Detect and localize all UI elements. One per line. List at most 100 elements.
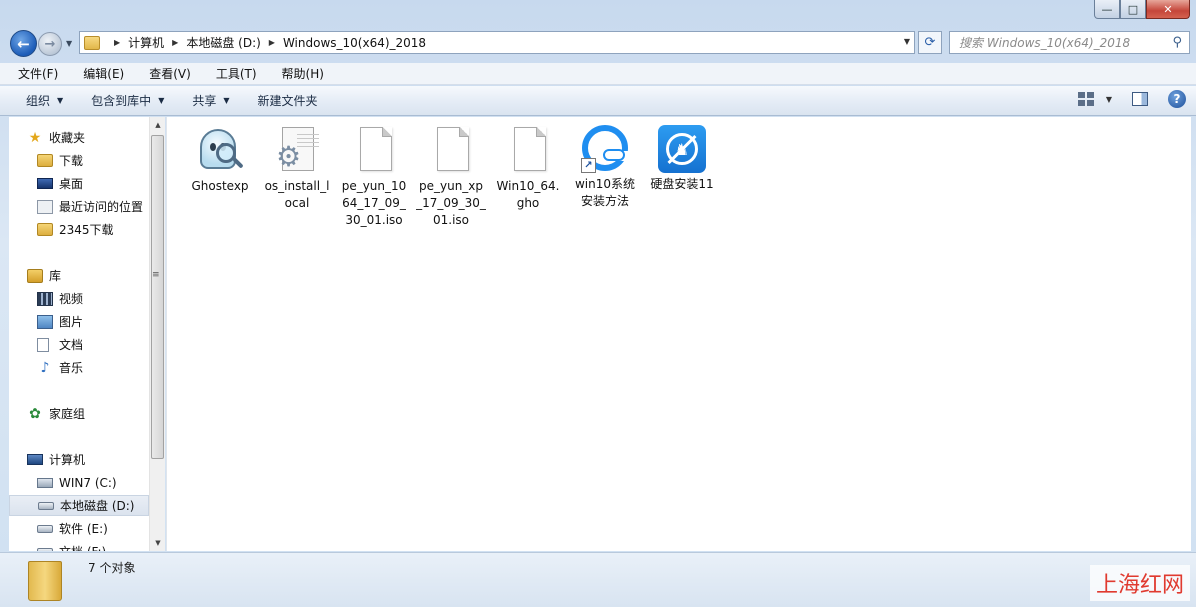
- address-row: ← → ▼ ▶ 计算机 ▶ 本地磁盘 (D:) ▶ Windows_10(x64…: [0, 24, 1196, 62]
- file-item-win10-64-gho[interactable]: Win10_64. gho: [491, 127, 565, 212]
- file-name-line: gho: [516, 196, 540, 210]
- file-name-line: 安装方法: [580, 194, 629, 208]
- nav-computer[interactable]: 计算机: [9, 449, 149, 470]
- organize-button[interactable]: 组织 ▼: [18, 88, 71, 113]
- file-item-hdd-installer[interactable]: ♞ 硬盘安装11: [645, 125, 719, 193]
- drive-icon: [38, 501, 54, 510]
- nav-item-recent-places[interactable]: 最近访问的位置: [9, 196, 149, 217]
- address-dropdown-icon[interactable]: ▼: [904, 37, 910, 46]
- file-name-line: Ghostexp: [191, 179, 249, 193]
- desktop-icon: [37, 178, 53, 189]
- file-name-line: ocal: [284, 196, 310, 210]
- nav-item-desktop[interactable]: 桌面: [9, 173, 149, 194]
- file-item-ghostexp[interactable]: Ghostexp: [183, 127, 257, 195]
- library-icon: [27, 268, 43, 283]
- scrollbar-grip-icon: ≡: [152, 270, 160, 280]
- nav-item-2345-downloads[interactable]: 2345下载: [9, 219, 149, 240]
- chevron-down-icon: ▼: [158, 96, 165, 105]
- preview-pane-icon[interactable]: [1132, 92, 1148, 106]
- nav-homegroup[interactable]: ✿ 家庭组: [9, 403, 149, 424]
- nav-item-documents[interactable]: 文档: [9, 334, 149, 355]
- help-icon[interactable]: ?: [1168, 90, 1186, 108]
- include-in-library-label: 包含到库中: [91, 94, 152, 108]
- folder-icon: [28, 561, 62, 601]
- file-name-line: pe_yun_xp: [418, 179, 484, 193]
- refresh-button[interactable]: ⟳: [918, 31, 942, 54]
- address-bar[interactable]: ▶ 计算机 ▶ 本地磁盘 (D:) ▶ Windows_10(x64)_2018…: [79, 31, 915, 54]
- organize-label: 组织: [26, 94, 51, 108]
- nav-item-drive-e[interactable]: 软件 (E:): [9, 518, 149, 539]
- file-name-line: 30_01.iso: [345, 213, 403, 227]
- file-item-pe-yun-1064-iso[interactable]: pe_yun_10 64_17_09_ 30_01.iso: [337, 127, 411, 229]
- minimize-button[interactable]: —: [1094, 0, 1120, 19]
- file-item-win10-install-guide[interactable]: ↗ win10系统 安装方法: [568, 125, 642, 210]
- chevron-right-icon[interactable]: ▶: [269, 38, 275, 47]
- window-caption-buttons: — □ ✕: [1094, 0, 1190, 19]
- menu-help[interactable]: 帮助(H): [276, 64, 330, 83]
- star-icon: ★: [28, 129, 42, 146]
- nav-item-drive-f[interactable]: 文档 (F:): [9, 541, 149, 551]
- command-bar: 组织 ▼ 包含到库中 ▼ 共享 ▼ 新建文件夹 ▼ ?: [0, 86, 1196, 116]
- breadcrumb-drive-d[interactable]: 本地磁盘 (D:): [186, 34, 260, 51]
- nav-libraries[interactable]: 库: [9, 265, 149, 286]
- forward-arrow-icon: →: [44, 36, 56, 52]
- nav-item-music[interactable]: ♪ 音乐: [9, 357, 149, 378]
- nav-item-label: 下载: [59, 154, 84, 168]
- nav-item-label: 最近访问的位置: [59, 200, 144, 214]
- include-in-library-button[interactable]: 包含到库中 ▼: [83, 88, 172, 113]
- chevron-right-icon[interactable]: ▶: [172, 38, 178, 47]
- setup-config-icon: ⚙: [273, 127, 321, 175]
- menu-tools[interactable]: 工具(T): [210, 64, 263, 83]
- menu-view[interactable]: 查看(V): [143, 64, 197, 83]
- close-button[interactable]: ✕: [1146, 0, 1190, 19]
- chevron-right-icon[interactable]: ▶: [114, 38, 120, 47]
- menu-file[interactable]: 文件(F): [12, 64, 64, 83]
- file-name-line: pe_yun_10: [341, 179, 407, 193]
- nav-item-pictures[interactable]: 图片: [9, 311, 149, 332]
- nav-item-videos[interactable]: 视频: [9, 288, 149, 309]
- scroll-down-icon[interactable]: ▼: [150, 535, 166, 551]
- file-item-os-install-local[interactable]: ⚙ os_install_l ocal: [260, 127, 334, 212]
- new-folder-button[interactable]: 新建文件夹: [250, 88, 326, 113]
- homegroup-icon: ✿: [29, 405, 41, 422]
- file-item-pe-yun-xp-iso[interactable]: pe_yun_xp _17_09_30_ 01.iso: [414, 127, 488, 229]
- nav-computer-label: 计算机: [49, 453, 86, 467]
- file-list-area[interactable]: Ghostexp ⚙ os_install_l ocal pe_yun_10 6…: [166, 117, 1191, 551]
- nav-item-drive-d[interactable]: 本地磁盘 (D:): [9, 495, 149, 516]
- breadcrumb-current-folder[interactable]: Windows_10(x64)_2018: [283, 36, 426, 50]
- menu-edit[interactable]: 编辑(E): [77, 64, 130, 83]
- scrollbar-thumb[interactable]: [151, 135, 164, 459]
- search-input[interactable]: [959, 35, 1159, 50]
- nav-favorites[interactable]: ★ 收藏夹: [9, 127, 149, 148]
- nav-item-label: 视频: [59, 292, 84, 306]
- navigation-scrollbar[interactable]: ▲ ≡ ▼: [149, 117, 165, 551]
- blank-file-icon: [504, 127, 552, 175]
- folder-icon: [37, 223, 53, 236]
- shortcut-arrow-icon: ↗: [581, 158, 596, 173]
- blank-file-icon: [427, 127, 475, 175]
- nav-item-drive-c[interactable]: WIN7 (C:): [9, 472, 149, 493]
- view-options-dropdown-icon[interactable]: ▼: [1106, 95, 1112, 104]
- nav-homegroup-label: 家庭组: [49, 407, 86, 421]
- breadcrumb-computer[interactable]: 计算机: [128, 34, 164, 51]
- maximize-button[interactable]: □: [1120, 0, 1146, 19]
- share-label: 共享: [192, 94, 217, 108]
- music-icon: ♪: [40, 359, 50, 376]
- nav-item-label: 桌面: [59, 177, 84, 191]
- hard-disk-installer-icon: ♞: [658, 125, 706, 173]
- back-arrow-icon: ←: [17, 34, 30, 53]
- recent-pages-dropdown[interactable]: ▼: [66, 39, 72, 48]
- back-button[interactable]: ←: [10, 30, 37, 57]
- scroll-up-icon[interactable]: ▲: [150, 117, 166, 133]
- change-view-icon[interactable]: [1077, 92, 1094, 106]
- file-name-line: 硬盘安装11: [650, 177, 714, 191]
- forward-button[interactable]: →: [38, 32, 62, 56]
- file-name-line: os_install_l: [264, 179, 330, 193]
- share-button[interactable]: 共享 ▼: [184, 88, 237, 113]
- nav-item-downloads[interactable]: 下载: [9, 150, 149, 171]
- nav-item-label: 软件 (E:): [59, 522, 108, 536]
- nav-favorites-label: 收藏夹: [49, 131, 86, 145]
- search-icon[interactable]: ⚲: [1172, 35, 1182, 50]
- nav-libraries-label: 库: [49, 269, 62, 283]
- file-name-line: _17_09_30_: [416, 196, 486, 210]
